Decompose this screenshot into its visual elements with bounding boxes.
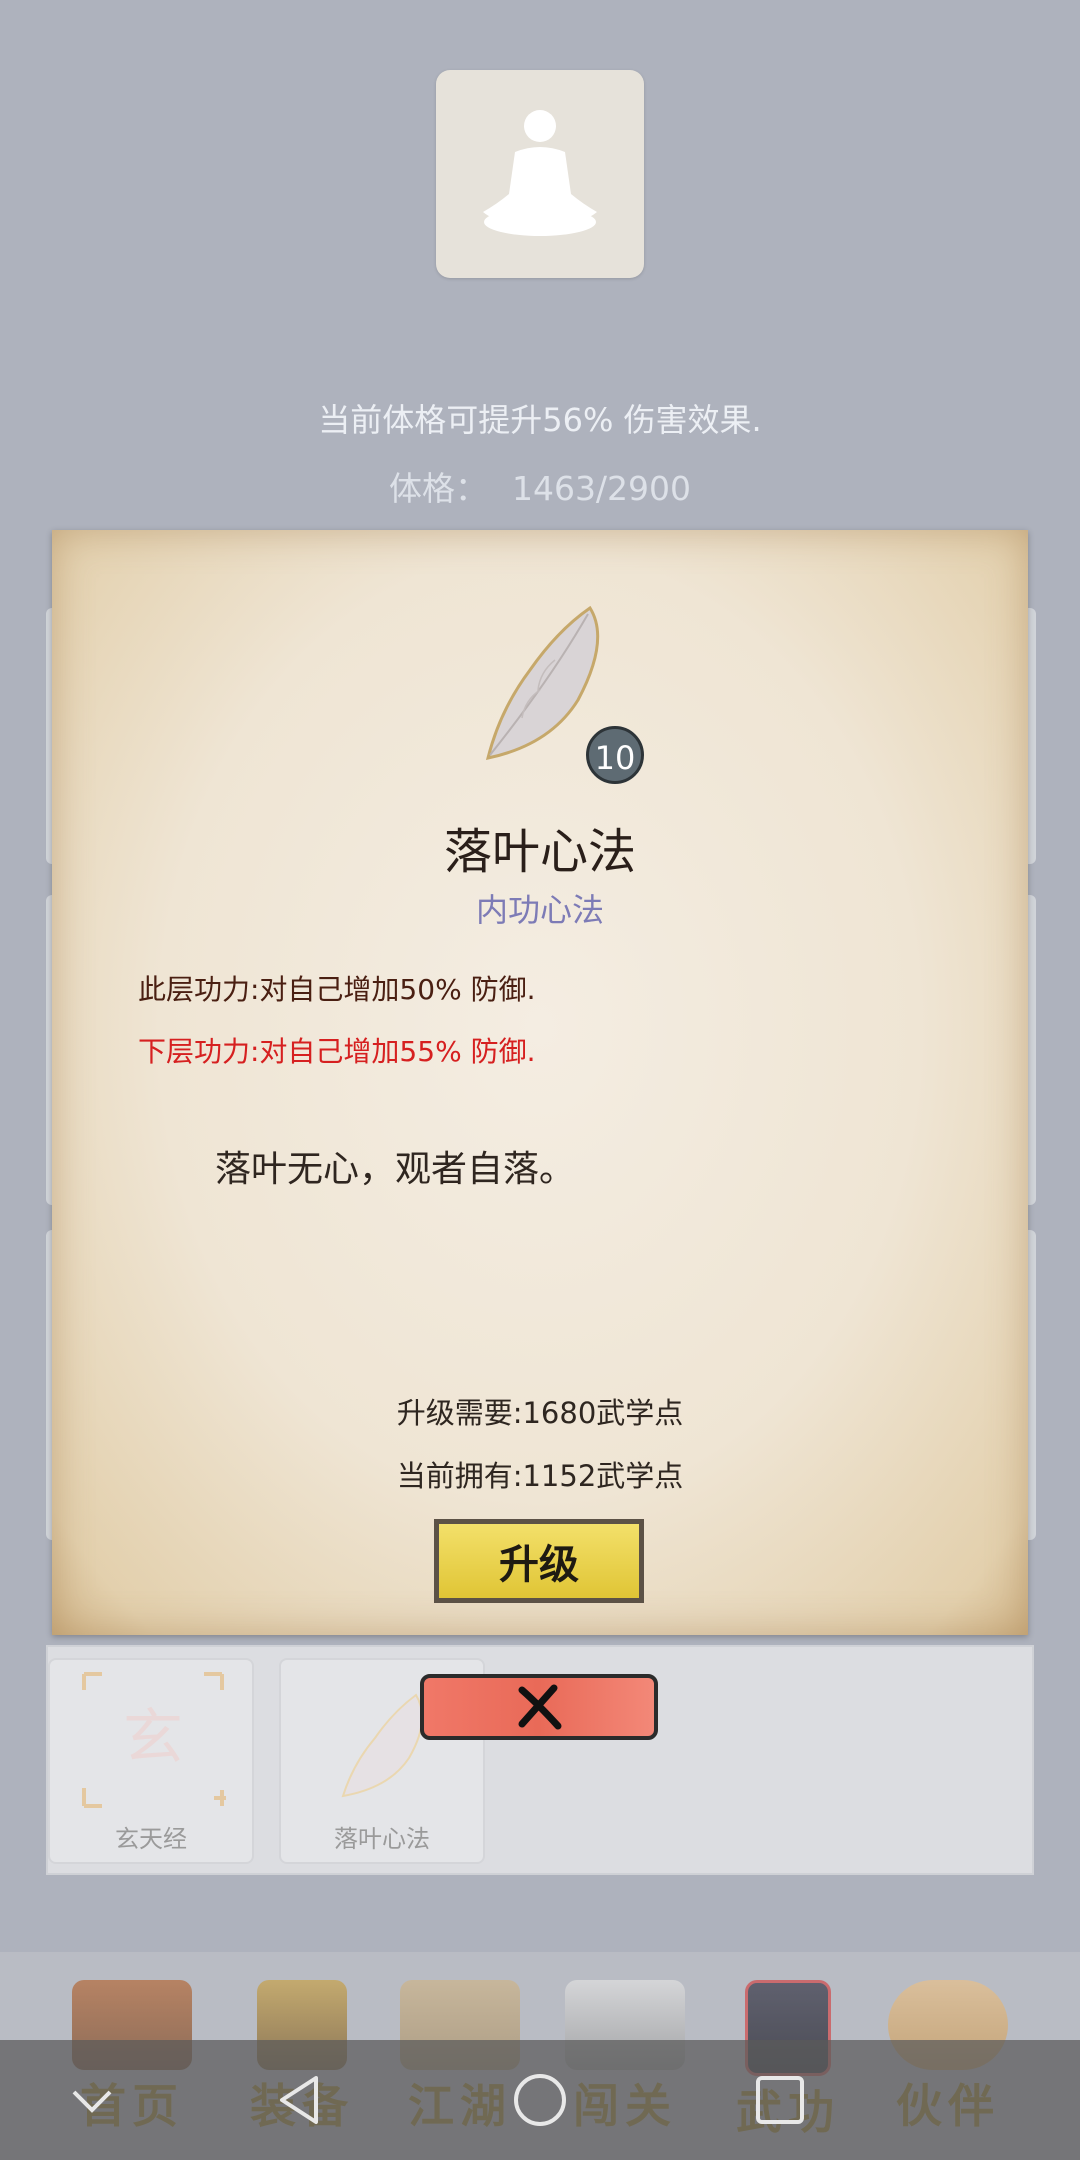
- current-points: 当前拥有:1152武学点: [396, 1459, 684, 1493]
- recents-square-icon[interactable]: [750, 2070, 810, 2130]
- home-circle-icon[interactable]: [510, 2070, 570, 2130]
- meditation-figure-icon: [483, 110, 597, 236]
- skill-level-badge: 10: [586, 726, 644, 784]
- skill-card[interactable]: 玄 玄天经: [48, 1658, 254, 1864]
- next-layer-effect: 下层功力:对自己增加55% 防御.: [138, 1035, 536, 1068]
- upgrade-button-label: 升级: [499, 1541, 579, 1588]
- svg-text:玄: 玄: [123, 1703, 183, 1773]
- skill-card-label: 落叶心法: [334, 1825, 430, 1853]
- skill-card-label: 玄天经: [115, 1825, 187, 1853]
- constitution-label: 体格：: [388, 469, 488, 508]
- close-x-icon: [518, 1684, 562, 1730]
- skill-category: 内功心法: [475, 891, 604, 929]
- back-triangle-icon[interactable]: [270, 2070, 330, 2130]
- chevron-down-icon[interactable]: [62, 2070, 122, 2130]
- stat-description: 当前体格可提升56% 伤害效果.: [318, 401, 762, 439]
- constitution-row: 体格： 1463/2900: [0, 462, 1080, 510]
- leaf-icon: [341, 1693, 424, 1798]
- upgrade-requirement: 升级需要:1680武学点: [396, 1396, 684, 1430]
- meditation-avatar: [436, 70, 644, 278]
- constitution-value: 1463/2900: [511, 469, 692, 508]
- current-layer-effect: 此层功力:对自己增加50% 防御.: [138, 973, 536, 1006]
- skill-quote: 落叶无心，观者自落。: [215, 1149, 576, 1190]
- xuan-scroll-icon: 玄: [82, 1672, 226, 1808]
- upgrade-button[interactable]: 升级: [434, 1519, 644, 1603]
- close-button[interactable]: [420, 1674, 658, 1740]
- skill-title: 落叶心法: [443, 824, 636, 880]
